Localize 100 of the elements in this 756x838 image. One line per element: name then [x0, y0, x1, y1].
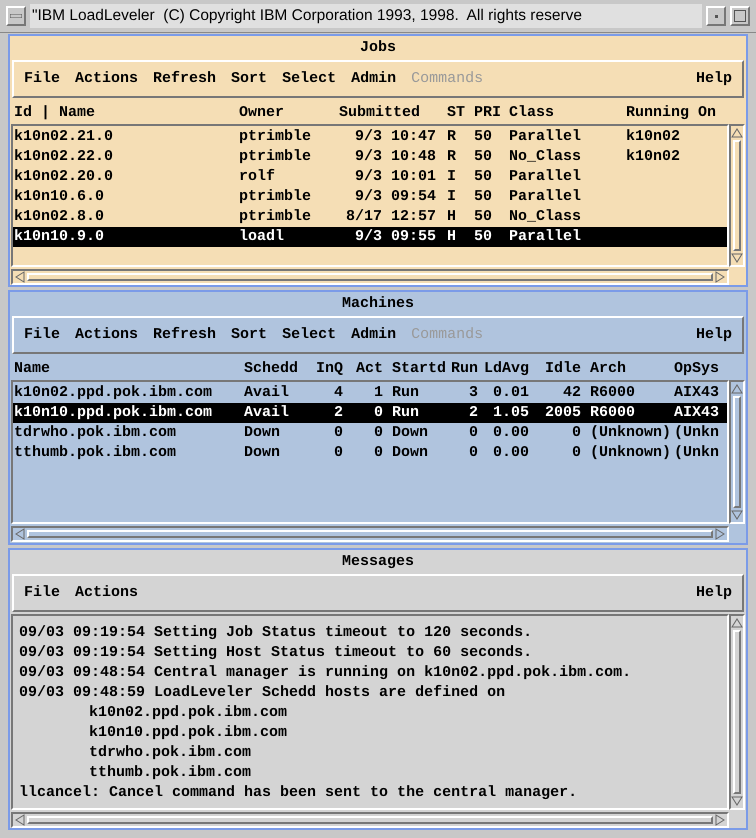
- menu-item[interactable]: Actions: [75, 68, 138, 90]
- down-arrow-icon[interactable]: [731, 796, 743, 806]
- log-line: tdrwho.pok.ibm.com: [89, 744, 252, 761]
- right-arrow-icon[interactable]: [715, 528, 725, 540]
- menu-item[interactable]: File: [24, 324, 60, 346]
- table-row[interactable]: k10n02.20.0 rolf 9/3 10:01 I 50 Parallel: [13, 167, 727, 187]
- table-row[interactable]: k10n02.8.0 ptrimble 8/17 12:57 H 50 No_Class: [13, 207, 727, 227]
- window-menu-button[interactable]: [6, 6, 26, 26]
- table-cell: 0: [374, 444, 383, 461]
- up-arrow-icon[interactable]: [731, 128, 743, 138]
- scrollbar-thumb[interactable]: [27, 273, 713, 281]
- column-header[interactable]: LdAvg: [484, 360, 529, 377]
- table-cell: 8/17 12:57: [346, 208, 436, 225]
- table-cell: R6000: [590, 404, 636, 421]
- table-row[interactable]: k10n02.22.0 ptrimble 9/3 10:48 R 50 No_Class k10n02: [13, 147, 727, 167]
- menu-item[interactable]: Actions: [75, 324, 138, 346]
- column-header[interactable]: InQ: [316, 360, 344, 377]
- table-cell: ptrimble: [239, 128, 312, 145]
- column-header[interactable]: ST: [447, 104, 466, 121]
- table-cell: 3: [468, 384, 478, 401]
- menu-item[interactable]: File: [24, 582, 60, 604]
- horizontal-scrollbar[interactable]: [11, 812, 729, 828]
- menu-item[interactable]: Admin: [351, 324, 396, 346]
- panel-title: Jobs: [360, 38, 396, 58]
- table-cell: k10n02.20.0: [14, 168, 114, 185]
- table-cell: tthumb.pok.ibm.com: [14, 444, 176, 461]
- column-header[interactable]: Id | Name: [14, 104, 96, 121]
- up-arrow-icon[interactable]: [731, 384, 743, 394]
- scrollbar-thumb[interactable]: [27, 530, 713, 538]
- table-cell: No_Class: [509, 148, 582, 165]
- minimize-button[interactable]: [706, 6, 726, 26]
- menu-item[interactable]: Help: [696, 324, 732, 346]
- left-arrow-icon[interactable]: [15, 814, 25, 826]
- table-cell: 0: [374, 404, 383, 421]
- table-row[interactable]: k10n10.9.0 loadl 9/3 09:55 H 50 Parallel: [13, 227, 727, 247]
- column-header[interactable]: PRI: [474, 104, 502, 121]
- column-header[interactable]: Submitted: [339, 104, 420, 121]
- menu-item[interactable]: Actions: [75, 582, 138, 604]
- maximize-button[interactable]: [730, 6, 750, 26]
- column-header[interactable]: Arch: [590, 360, 626, 377]
- log-line: k10n02.ppd.pok.ibm.com: [89, 704, 288, 721]
- up-arrow-icon[interactable]: [731, 618, 743, 628]
- column-header[interactable]: Run: [450, 360, 478, 377]
- menu-item[interactable]: Help: [696, 68, 732, 90]
- table-row[interactable]: k10n02.21.0 ptrimble 9/3 10:47 R 50 Parallel k10n02: [13, 127, 727, 147]
- table-cell: 9/3 09:54: [354, 188, 436, 205]
- table-cell: Parallel: [509, 168, 582, 185]
- down-arrow-icon[interactable]: [731, 253, 743, 263]
- scrollbar-thumb[interactable]: [733, 396, 741, 508]
- table-row[interactable]: k10n10.6.0 ptrimble 9/3 09:54 I 50 Parallel: [13, 187, 727, 207]
- table-cell: H: [447, 208, 456, 225]
- table-cell: k10n02: [626, 148, 680, 165]
- vertical-scrollbar[interactable]: [729, 614, 745, 810]
- column-header[interactable]: Act: [356, 360, 383, 377]
- table-row[interactable]: tthumb.pok.ibm.com Down 0 0 Down 0 0.00 0 (Unknown) (Unkn: [13, 443, 727, 463]
- menu-item[interactable]: Sort: [231, 324, 268, 346]
- menu-item[interactable]: Refresh: [153, 68, 216, 90]
- vertical-scrollbar[interactable]: [729, 380, 745, 524]
- horizontal-scrollbar[interactable]: [11, 526, 729, 542]
- menu-item[interactable]: Help: [696, 582, 732, 604]
- left-arrow-icon[interactable]: [15, 528, 25, 540]
- table-cell: (Unknown): [590, 444, 672, 461]
- column-header[interactable]: Class: [509, 104, 554, 121]
- scrollbar-thumb[interactable]: [733, 140, 741, 251]
- table-cell: Parallel: [509, 188, 582, 205]
- column-header[interactable]: Name: [14, 360, 50, 377]
- menu-item[interactable]: Sort: [231, 68, 268, 90]
- column-header[interactable]: Running On: [626, 104, 716, 121]
- column-header[interactable]: Startd: [392, 360, 446, 377]
- scrollbar-thumb[interactable]: [27, 816, 713, 824]
- table-row[interactable]: k10n02.ppd.pok.ibm.com Avail 4 1 Run 3 0.01 42 R6000 AIX43: [13, 383, 727, 403]
- column-header[interactable]: Idle: [544, 360, 581, 377]
- table-cell: ptrimble: [239, 148, 312, 165]
- log-line: 09/03 09:19:54 Setting Job Status timeout to 120 seconds.: [19, 624, 532, 641]
- table-cell: k10n10.9.0: [14, 228, 104, 245]
- menu-item[interactable]: File: [24, 68, 60, 90]
- column-header[interactable]: OpSys: [674, 360, 720, 377]
- menu-item[interactable]: Admin: [351, 68, 396, 90]
- scrollbar-thumb[interactable]: [733, 630, 741, 794]
- menu-item[interactable]: Select: [282, 324, 336, 346]
- table-cell: 0: [374, 424, 383, 441]
- log-line: llcancel: Cancel command has been sent to the central manager.: [19, 784, 578, 801]
- menu-item[interactable]: Select: [282, 68, 336, 90]
- column-header[interactable]: Schedd: [244, 360, 298, 377]
- down-arrow-icon[interactable]: [731, 510, 743, 520]
- right-arrow-icon[interactable]: [715, 271, 725, 283]
- table-cell: I: [447, 168, 456, 185]
- menu-item[interactable]: Refresh: [153, 324, 216, 346]
- table-row[interactable]: k10n10.ppd.pok.ibm.com Avail 2 0 Run 2 1.05 2005 R6000 AIX43: [13, 403, 727, 423]
- table-cell: H: [447, 228, 456, 245]
- horizontal-scrollbar[interactable]: [11, 269, 729, 285]
- left-arrow-icon[interactable]: [15, 271, 25, 283]
- table-cell: Avail: [244, 404, 290, 421]
- table-cell: 2005: [544, 404, 581, 421]
- panel-title: Machines: [342, 294, 414, 314]
- vertical-scrollbar[interactable]: [729, 124, 745, 267]
- table-cell: 50: [474, 148, 492, 165]
- column-header[interactable]: Owner: [239, 104, 284, 121]
- table-row[interactable]: tdrwho.pok.ibm.com Down 0 0 Down 0 0.00 0 (Unknown) (Unkn: [13, 423, 727, 443]
- right-arrow-icon[interactable]: [715, 814, 725, 826]
